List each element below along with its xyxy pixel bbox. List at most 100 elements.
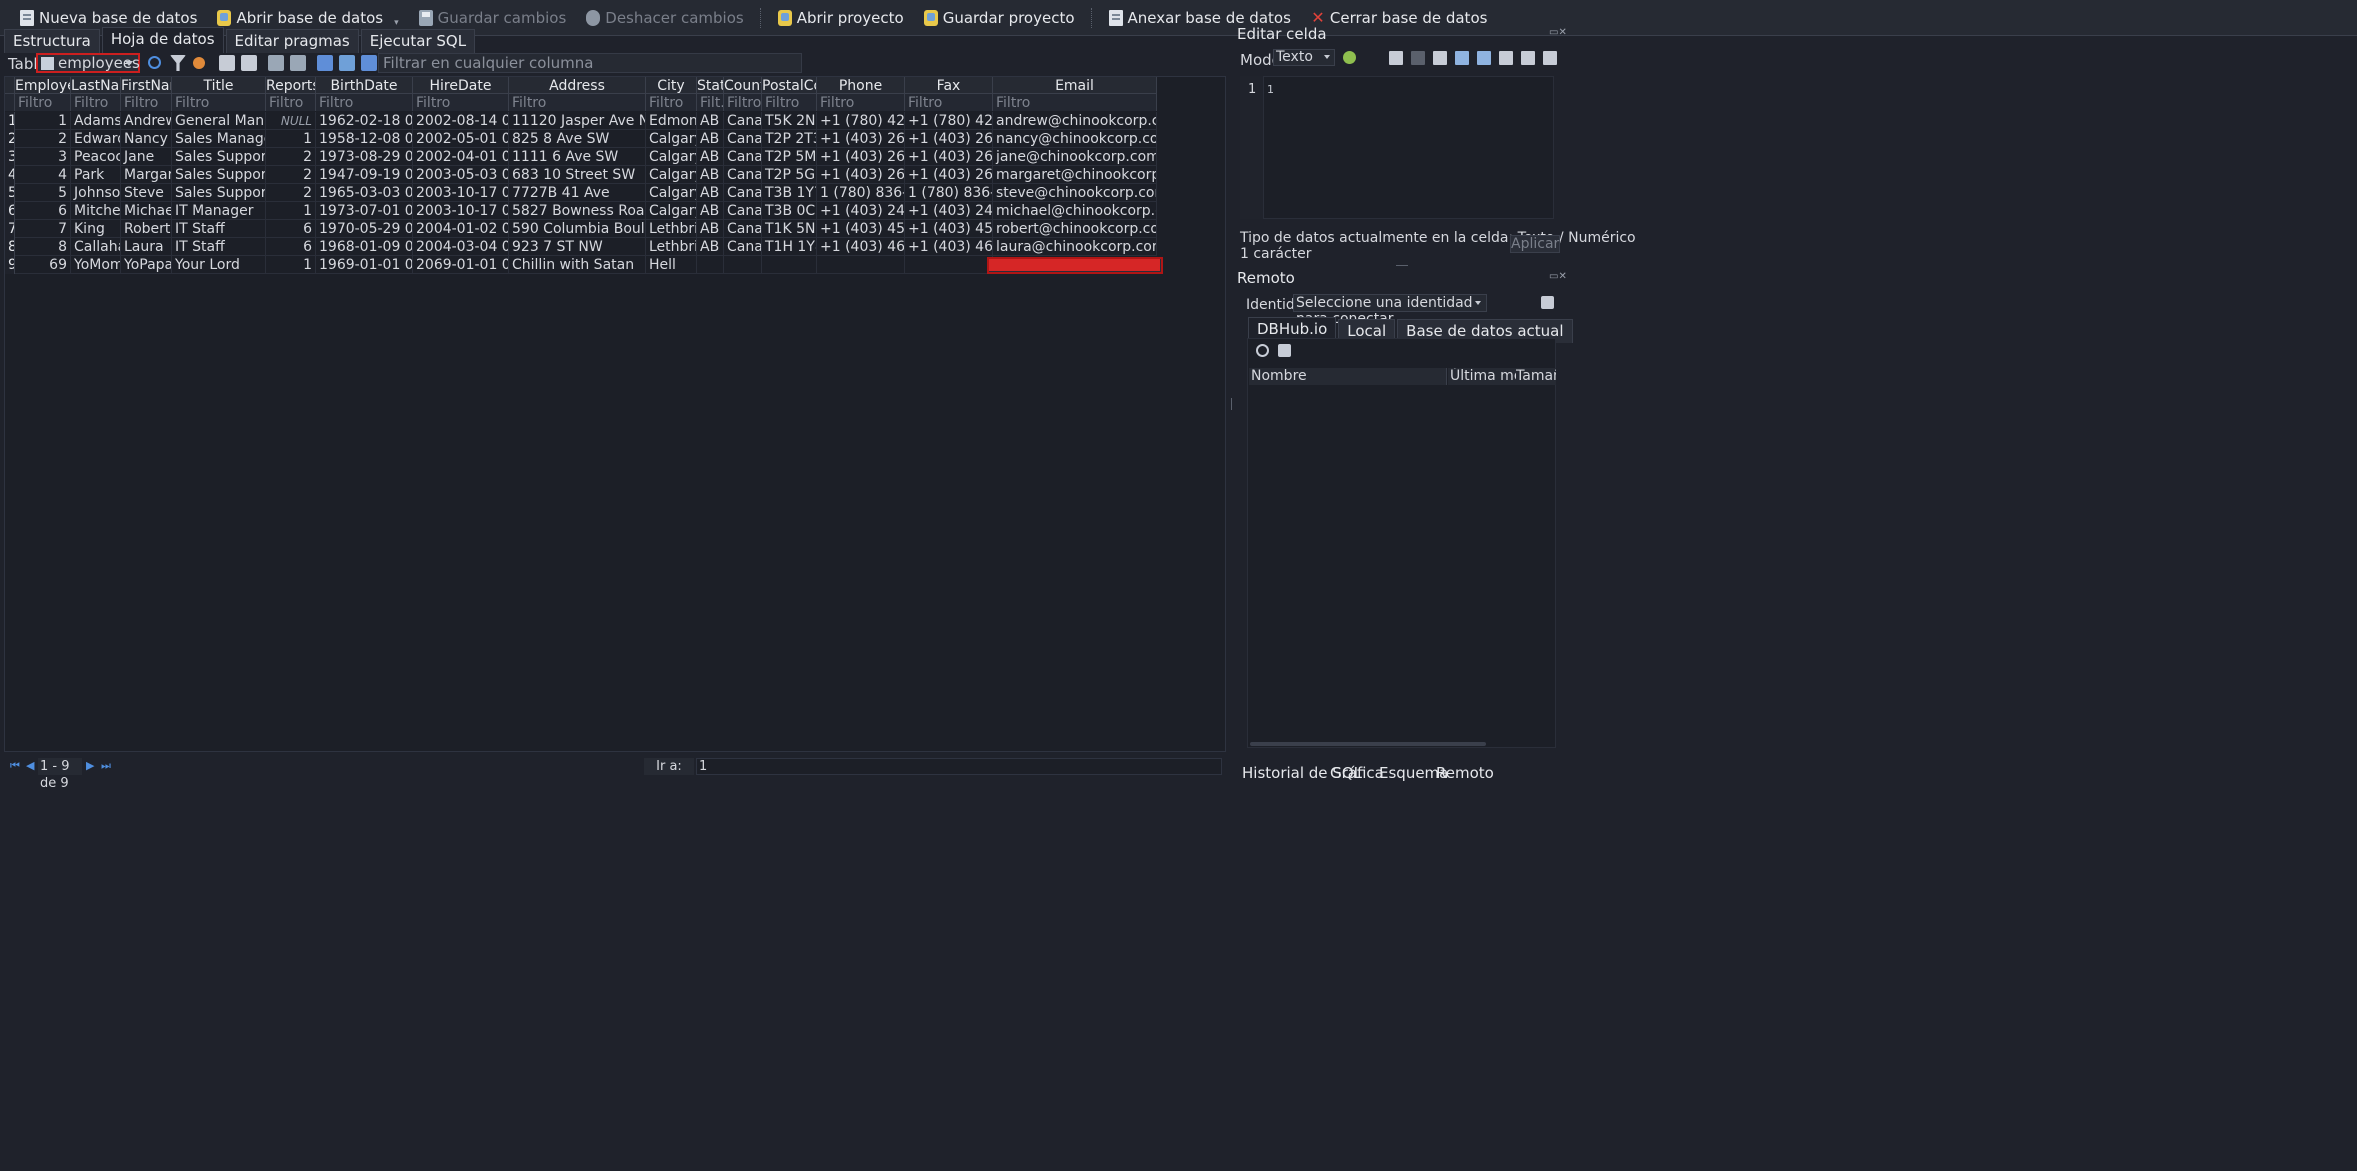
table-cell[interactable]: 6 xyxy=(15,202,71,220)
column-filter-input[interactable]: Filtro xyxy=(121,94,172,111)
remote-column-modified[interactable]: Última modific xyxy=(1448,368,1516,385)
table-cell[interactable]: IT Staff xyxy=(172,220,266,238)
column-header[interactable]: Email xyxy=(993,77,1157,94)
table-cell[interactable]: Margaret xyxy=(121,166,172,184)
table-cell[interactable]: 3 xyxy=(15,148,71,166)
table-cell[interactable]: +1 (403) 456-8485 xyxy=(905,220,993,238)
table-cell[interactable]: 1 xyxy=(266,202,316,220)
table-cell[interactable]: +1 (403) 246-9887 xyxy=(817,202,905,220)
table-cell[interactable]: 2002-08-14 00:00:00 xyxy=(413,112,509,130)
column-filter-input[interactable]: Filtro xyxy=(71,94,121,111)
tab-browse-data[interactable]: Hoja de datos xyxy=(101,27,224,53)
table-cell[interactable]: Hell xyxy=(646,256,697,274)
previous-page-icon[interactable]: ◀ xyxy=(26,760,38,772)
table-cell[interactable]: YoPapa xyxy=(121,256,172,274)
table-cell[interactable]: IT Manager xyxy=(172,202,266,220)
table-cell[interactable]: andrew@chinookcorp.com xyxy=(993,112,1157,130)
column-header[interactable]: BirthDate xyxy=(316,77,413,94)
table-cell[interactable]: AB xyxy=(697,166,724,184)
column-header[interactable]: LastName xyxy=(71,77,121,94)
table-cell[interactable]: T3B 0C5 xyxy=(762,202,817,220)
table-cell[interactable]: T2P 5G3 xyxy=(762,166,817,184)
table-cell[interactable]: T2P 5M5 xyxy=(762,148,817,166)
last-page-icon[interactable]: ⏭ xyxy=(101,760,113,772)
table-cell[interactable]: Mitchell xyxy=(71,202,121,220)
float-panel-icon[interactable]: ▭✕ xyxy=(1549,27,1567,38)
table-cell[interactable]: margaret@chinookcorp.com xyxy=(993,166,1157,184)
table-cell[interactable]: +1 (780) 428-9482 xyxy=(817,112,905,130)
table-cell[interactable]: Callahan xyxy=(71,238,121,256)
table-cell[interactable]: 4 xyxy=(15,166,71,184)
panel-resize-handle[interactable] xyxy=(1396,265,1408,266)
table-cell[interactable]: 1958-12-08 00:00:00 xyxy=(316,130,413,148)
table-cell[interactable]: Steve xyxy=(121,184,172,202)
column-filter-input[interactable]: Filtro xyxy=(15,94,71,111)
table-cell[interactable]: Peacock xyxy=(71,148,121,166)
copy-icon[interactable] xyxy=(1455,51,1469,65)
table-cell[interactable]: 825 8 Ave SW xyxy=(509,130,646,148)
table-cell[interactable]: Canada xyxy=(724,148,762,166)
table-cell[interactable]: 5827 Bowness Road NW xyxy=(509,202,646,220)
table-cell[interactable]: 2004-01-02 00:00:00 xyxy=(413,220,509,238)
table-cell[interactable]: 7727B 41 Ave xyxy=(509,184,646,202)
table-cell[interactable] xyxy=(905,256,993,274)
auto-format-icon[interactable] xyxy=(1521,51,1535,65)
table-cell[interactable]: steve@chinookcorp.com xyxy=(993,184,1157,202)
table-cell[interactable] xyxy=(762,256,817,274)
table-cell[interactable]: 2002-05-01 00:00:00 xyxy=(413,130,509,148)
row-number[interactable]: 9 xyxy=(5,256,15,274)
table-cell[interactable]: T2P 2T3 xyxy=(762,130,817,148)
column-filter-input[interactable]: Filtro xyxy=(646,94,697,111)
refresh-icon[interactable] xyxy=(1256,344,1269,357)
table-cell[interactable]: Canada xyxy=(724,220,762,238)
table-cell[interactable]: +1 (403) 246-9899 xyxy=(905,202,993,220)
column-filter-input[interactable]: Filtro xyxy=(993,94,1157,111)
identity-select[interactable]: Seleccione una identidad para conectar xyxy=(1293,294,1487,327)
remote-column-name[interactable]: Nombre xyxy=(1249,368,1447,385)
table-cell[interactable]: 2069-01-01 00:00:00 xyxy=(413,256,509,274)
row-number[interactable]: 1 xyxy=(5,112,15,130)
table-cell[interactable]: Calgary xyxy=(646,130,697,148)
table-cell[interactable]: Johnson xyxy=(71,184,121,202)
table-cell[interactable]: 1965-03-03 00:00:00 xyxy=(316,184,413,202)
table-cell[interactable]: +1 (403) 262-3443 xyxy=(817,130,905,148)
table-cell[interactable]: Laura xyxy=(121,238,172,256)
table-cell[interactable]: 1 (780) 836-9987 xyxy=(817,184,905,202)
table-cell[interactable]: Sales Support Agent xyxy=(172,166,266,184)
row-number[interactable]: 4 xyxy=(5,166,15,184)
table-cell[interactable]: 1 xyxy=(15,112,71,130)
table-cell[interactable]: Edmonton xyxy=(646,112,697,130)
find-icon[interactable] xyxy=(317,55,333,71)
print-icon[interactable] xyxy=(1543,51,1557,65)
table-cell[interactable]: 1969-01-01 00:00:00 xyxy=(316,256,413,274)
table-cell[interactable]: AB xyxy=(697,238,724,256)
pane-splitter[interactable] xyxy=(1231,398,1233,410)
column-header[interactable]: HireDate xyxy=(413,77,509,94)
table-cell[interactable]: 2003-10-17 00:00:00 xyxy=(413,184,509,202)
table-cell[interactable]: Sales Support Agent xyxy=(172,148,266,166)
table-cell[interactable]: Canada xyxy=(724,112,762,130)
table-cell[interactable]: Calgary xyxy=(646,148,697,166)
table-cell[interactable]: T1H 1Y8 xyxy=(762,238,817,256)
table-cell[interactable]: Edwards xyxy=(71,130,121,148)
save-filter-icon[interactable] xyxy=(219,55,235,71)
row-number[interactable]: 5 xyxy=(5,184,15,202)
table-cell[interactable]: AB xyxy=(697,148,724,166)
clear-filters-icon[interactable] xyxy=(170,55,186,71)
table-cell[interactable]: +1 (780) 428-3457 xyxy=(905,112,993,130)
table-cell[interactable]: 2 xyxy=(15,130,71,148)
table-cell[interactable]: Lethbridge xyxy=(646,238,697,256)
image-icon[interactable] xyxy=(1477,51,1491,65)
table-cell[interactable]: AB xyxy=(697,112,724,130)
table-cell[interactable]: Canada xyxy=(724,238,762,256)
column-filter-input[interactable]: Filt... xyxy=(697,94,724,111)
table-cell[interactable]: 1 (780) 836-9543 xyxy=(905,184,993,202)
goto-record-input[interactable]: 1 xyxy=(696,758,1222,775)
word-wrap-icon[interactable] xyxy=(1499,51,1513,65)
column-filter-input[interactable]: Filtro xyxy=(724,94,762,111)
float-panel-icon[interactable]: ▭✕ xyxy=(1549,271,1567,282)
table-cell[interactable]: AB xyxy=(697,202,724,220)
table-cell[interactable]: T1K 5N8 xyxy=(762,220,817,238)
table-cell[interactable]: IT Staff xyxy=(172,238,266,256)
text-format-icon[interactable] xyxy=(361,55,377,71)
